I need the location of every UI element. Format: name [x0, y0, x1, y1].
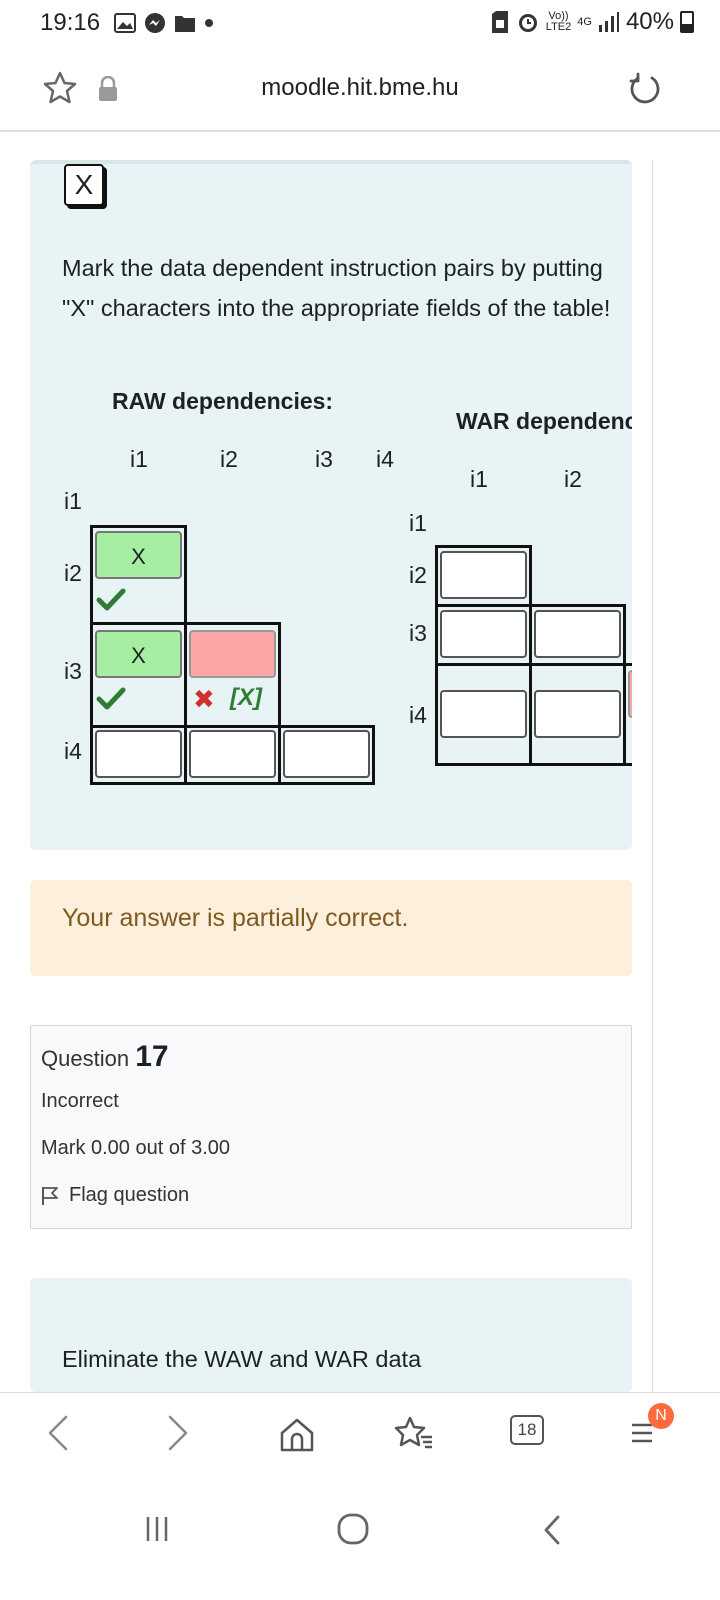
image-icon	[114, 13, 136, 33]
bookmarks-icon[interactable]	[394, 1415, 434, 1451]
question-info: Question 17 Incorrect Mark 0.00 out of 3…	[30, 1025, 632, 1229]
raw-title: RAW dependencies:	[112, 388, 334, 414]
cell-value: X	[131, 544, 146, 569]
war-col-label: i2	[564, 466, 582, 492]
page-divider	[652, 160, 653, 1392]
back-icon[interactable]	[46, 1413, 70, 1453]
war-answer-field[interactable]	[534, 610, 621, 658]
check-icon	[96, 588, 126, 611]
correct-answer: [X]	[230, 684, 262, 711]
check-icon	[96, 687, 126, 710]
status-time: 19:16	[40, 9, 101, 36]
system-nav-bar	[0, 1478, 720, 1600]
war-answer-field[interactable]	[628, 670, 632, 718]
raw-row-label: i4	[64, 738, 82, 764]
dot-icon	[205, 19, 213, 27]
network-label: 4G	[577, 15, 592, 28]
raw-row-label: i1	[64, 488, 82, 514]
war-answer-field[interactable]	[440, 610, 527, 658]
raw-answer-field[interactable]	[95, 730, 182, 778]
question-mark: Mark 0.00 out of 3.00	[41, 1137, 231, 1159]
war-answer-field[interactable]	[440, 690, 527, 738]
raw-col-label: i1	[130, 446, 148, 472]
signal-icon	[598, 12, 619, 32]
raw-row-label: i3	[64, 658, 82, 684]
question-panel: Eliminate the WAW and WAR data	[30, 1278, 632, 1392]
sim-icon	[491, 11, 508, 33]
question-text: Eliminate the WAW and WAR data	[62, 1346, 422, 1372]
war-row-label: i4	[409, 702, 427, 728]
cell-value: X	[131, 643, 146, 668]
folder-icon	[175, 16, 195, 32]
raw-answer-field[interactable]: X	[95, 630, 182, 678]
raw-row-label: i2	[64, 560, 82, 586]
raw-answer-field[interactable]	[189, 730, 276, 778]
messenger-icon	[145, 13, 165, 33]
raw-answer-field[interactable]	[283, 730, 370, 778]
flag-icon	[42, 1186, 58, 1205]
war-title: WAR dependencie	[456, 408, 632, 434]
raw-answer-field[interactable]: X	[95, 531, 182, 579]
war-answer-field[interactable]	[534, 690, 621, 738]
tabs-icon[interactable]: 18	[510, 1415, 544, 1445]
question-text: Mark the data dependent instruction pair…	[62, 255, 611, 321]
lte-label: LTE2	[545, 21, 572, 33]
alarm-icon	[518, 14, 537, 32]
reload-icon[interactable]	[628, 72, 662, 106]
question-label: Question	[41, 1046, 130, 1071]
browser-url-bar: moodle.hit.bme.hu	[0, 48, 720, 132]
browser-bottom-nav: 18 N	[0, 1392, 720, 1478]
raw-col-label: i4	[376, 446, 394, 472]
notification-badge: N	[648, 1403, 674, 1429]
raw-answer-field[interactable]	[189, 630, 276, 678]
war-answer-field[interactable]	[440, 551, 527, 599]
war-row-label: i2	[409, 562, 427, 588]
war-row-label: i3	[409, 620, 427, 646]
url-text[interactable]: moodle.hit.bme.hu	[0, 74, 720, 102]
battery-icon	[680, 11, 694, 33]
war-col-label: i1	[470, 466, 488, 492]
question-panel: X Mark the data dependent instruction pa…	[30, 160, 632, 850]
flag-question-label: Flag question	[69, 1184, 190, 1206]
status-bar: 19:16 Vo)) LTE2 4G 40%	[0, 0, 720, 48]
forward-icon[interactable]	[166, 1413, 190, 1453]
question-number-value: 17	[135, 1040, 169, 1073]
raw-col-label: i2	[220, 446, 238, 472]
war-row-label: i1	[409, 510, 427, 536]
battery-percent: 40%	[625, 8, 674, 35]
flag-question-link[interactable]: Flag question	[41, 1184, 189, 1207]
question-state: Incorrect	[41, 1090, 119, 1112]
raw-col-label: i3	[315, 446, 333, 472]
cross-icon: ✖	[193, 684, 215, 714]
back-chevron-icon[interactable]	[540, 1514, 564, 1546]
home-icon[interactable]	[278, 1417, 316, 1453]
home-circle-icon[interactable]	[336, 1512, 370, 1546]
question-number: Question 17	[41, 1040, 169, 1074]
x-key-button[interactable]: X	[64, 164, 104, 206]
feedback-text: Your answer is partially correct.	[62, 904, 409, 932]
feedback-box: Your answer is partially correct.	[30, 880, 632, 976]
recent-apps-icon[interactable]	[144, 1514, 170, 1544]
